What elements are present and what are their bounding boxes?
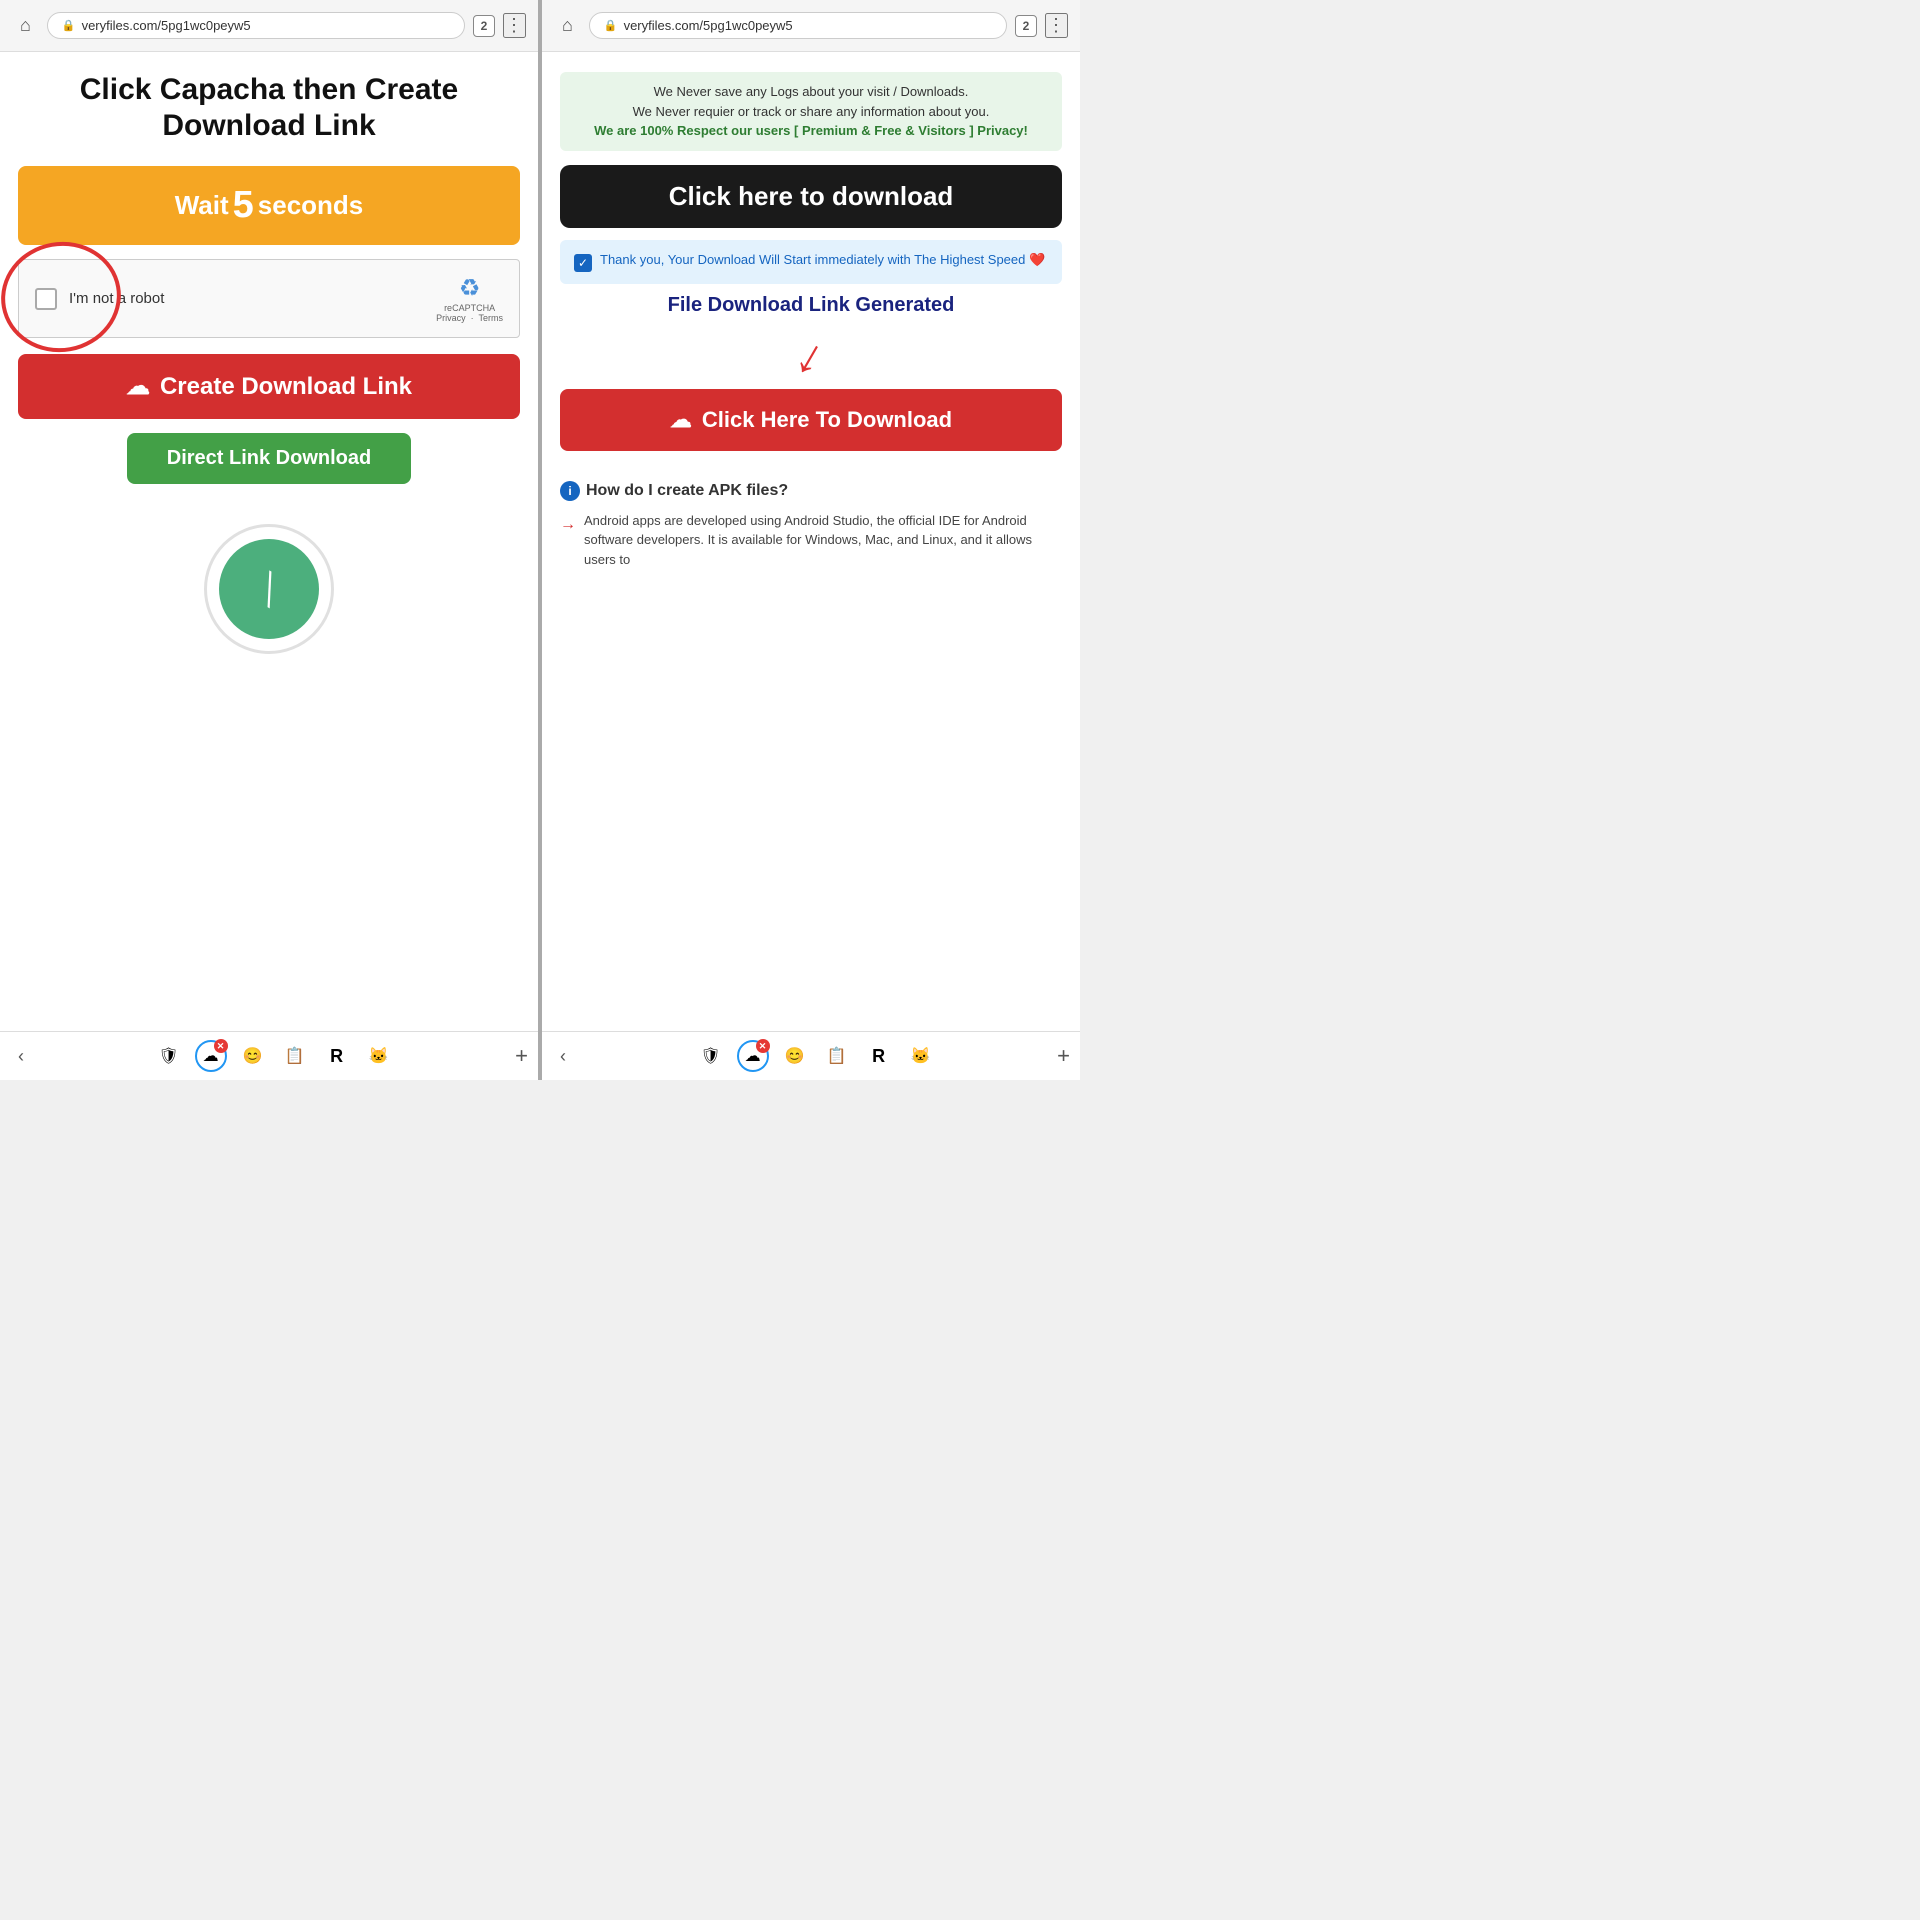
- right-back-button[interactable]: ‹: [552, 1042, 574, 1071]
- right-nav-cloud[interactable]: ☁ ✕: [737, 1040, 769, 1072]
- recaptcha-text: reCAPTCHA: [444, 303, 495, 313]
- right-nav-tabs: 🛡 ☁ ✕ 😊 📋 R 🐱: [695, 1040, 937, 1072]
- right-nav-cat[interactable]: 🐱: [905, 1040, 937, 1072]
- file-generated-text: File Download Link Generated: [668, 294, 955, 317]
- left-url: veryfiles.com/5pg1wc0peyw5: [82, 18, 251, 33]
- left-back-button[interactable]: ‹: [10, 1042, 32, 1071]
- recaptcha-label: I'm not a robot: [69, 290, 164, 307]
- wait-button[interactable]: Wait 5 seconds: [18, 166, 520, 245]
- right-menu-dots[interactable]: ⋮: [1045, 13, 1068, 38]
- left-browser-chrome: ⌂ 🔒 veryfiles.com/5pg1wc0peyw5 2 ⋮: [0, 0, 538, 52]
- left-bottom-nav: ‹ 🛡 ☁ ✕ 😊 📋 R 🐱 +: [0, 1031, 538, 1080]
- how-to-title-text: How do I create APK files?: [586, 482, 788, 500]
- left-lock-icon: 🔒: [62, 19, 76, 32]
- recaptcha-left: I'm not a robot: [35, 288, 164, 310]
- left-screen: ⌂ 🔒 veryfiles.com/5pg1wc0peyw5 2 ⋮ Click…: [0, 0, 538, 1080]
- privacy-line3: We are 100% Respect our users [ Premium …: [594, 123, 1028, 138]
- wait-number: 5: [233, 184, 254, 227]
- privacy-notice: We Never save any Logs about your visit …: [560, 72, 1062, 151]
- privacy-line1: We Never save any Logs about your visit …: [654, 84, 969, 99]
- right-screen-content: We Never save any Logs about your visit …: [542, 52, 1080, 1031]
- checkmark-icon: ✓: [574, 254, 592, 272]
- right-nav-shield[interactable]: 🛡: [695, 1040, 727, 1072]
- tooltip-label: Click here to download: [669, 181, 954, 211]
- spinner-container: ╲: [204, 524, 334, 654]
- click-download-label: Click Here To Download: [702, 407, 952, 433]
- arrow-bullet-1: →: [560, 513, 576, 537]
- create-download-icon: ☁: [126, 372, 150, 401]
- right-nav-r[interactable]: R: [863, 1040, 895, 1072]
- right-url: veryfiles.com/5pg1wc0peyw5: [624, 18, 793, 33]
- direct-link-button[interactable]: Direct Link Download: [127, 433, 411, 484]
- click-here-tooltip: Click here to download: [560, 165, 1062, 228]
- left-nav-shield[interactable]: 🛡: [153, 1040, 185, 1072]
- right-tab-badge[interactable]: 2: [1015, 15, 1037, 37]
- right-add-tab-button[interactable]: +: [1057, 1043, 1070, 1069]
- right-address-bar[interactable]: 🔒 veryfiles.com/5pg1wc0peyw5: [589, 12, 1007, 39]
- recaptcha-privacy-terms: Privacy · Terms: [436, 313, 503, 323]
- confirmation-text: Thank you, Your Download Will Start imme…: [600, 252, 1045, 268]
- left-add-tab-button[interactable]: +: [515, 1043, 528, 1069]
- left-cloud-close-badge: ✕: [214, 1039, 228, 1053]
- left-menu-dots[interactable]: ⋮: [503, 13, 526, 38]
- recaptcha-logo: ♻ reCAPTCHA Privacy · Terms: [436, 274, 503, 323]
- recaptcha-container: I'm not a robot ♻ reCAPTCHA Privacy · Te…: [18, 259, 520, 338]
- how-to-item-1: → Android apps are developed using Andro…: [560, 511, 1062, 570]
- how-to-text-1: Android apps are developed using Android…: [584, 511, 1062, 570]
- right-nav-clipboard[interactable]: 📋: [821, 1040, 853, 1072]
- how-to-title: i How do I create APK files?: [560, 481, 1062, 501]
- info-icon: i: [560, 481, 580, 501]
- spinner-inner: ╲: [219, 539, 319, 639]
- click-here-download-button[interactable]: ☁ Click Here To Download: [560, 389, 1062, 451]
- download-confirmation: ✓ Thank you, Your Download Will Start im…: [560, 240, 1062, 284]
- right-browser-chrome: ⌂ 🔒 veryfiles.com/5pg1wc0peyw5 2 ⋮: [542, 0, 1080, 52]
- page-heading: Click Capacha then Create Download Link: [18, 72, 520, 144]
- right-cloud-close-badge: ✕: [756, 1039, 770, 1053]
- recaptcha-checkbox[interactable]: [35, 288, 57, 310]
- right-home-icon[interactable]: ⌂: [554, 11, 581, 40]
- create-download-label: Create Download Link: [160, 373, 412, 401]
- create-download-button[interactable]: ☁ Create Download Link: [18, 354, 520, 419]
- privacy-line2: We Never requier or track or share any i…: [633, 104, 990, 119]
- wait-label-after: seconds: [258, 190, 364, 221]
- left-nav-tabs: 🛡 ☁ ✕ 😊 📋 R 🐱: [153, 1040, 395, 1072]
- right-bottom-nav: ‹ 🛡 ☁ ✕ 😊 📋 R 🐱 +: [542, 1031, 1080, 1080]
- left-home-icon[interactable]: ⌂: [12, 11, 39, 40]
- left-nav-emoji[interactable]: 😊: [237, 1040, 269, 1072]
- left-nav-clipboard[interactable]: 📋: [279, 1040, 311, 1072]
- red-arrow-right: ↓: [786, 324, 837, 387]
- left-screen-content: Click Capacha then Create Download Link …: [0, 52, 538, 1031]
- right-lock-icon: 🔒: [604, 19, 618, 32]
- right-screen: ⌂ 🔒 veryfiles.com/5pg1wc0peyw5 2 ⋮ We Ne…: [542, 0, 1080, 1080]
- click-download-icon: ☁: [670, 407, 692, 433]
- left-nav-r[interactable]: R: [321, 1040, 353, 1072]
- left-tab-badge[interactable]: 2: [473, 15, 495, 37]
- spinner-tick: ╲: [253, 570, 284, 607]
- left-nav-cloud[interactable]: ☁ ✕: [195, 1040, 227, 1072]
- recaptcha-icon: ♻: [459, 274, 481, 303]
- right-nav-emoji[interactable]: 😊: [779, 1040, 811, 1072]
- left-address-bar[interactable]: 🔒 veryfiles.com/5pg1wc0peyw5: [47, 12, 465, 39]
- how-to-section: i How do I create APK files? → Android a…: [560, 471, 1062, 570]
- wait-label-before: Wait: [175, 190, 229, 221]
- left-nav-cat[interactable]: 🐱: [363, 1040, 395, 1072]
